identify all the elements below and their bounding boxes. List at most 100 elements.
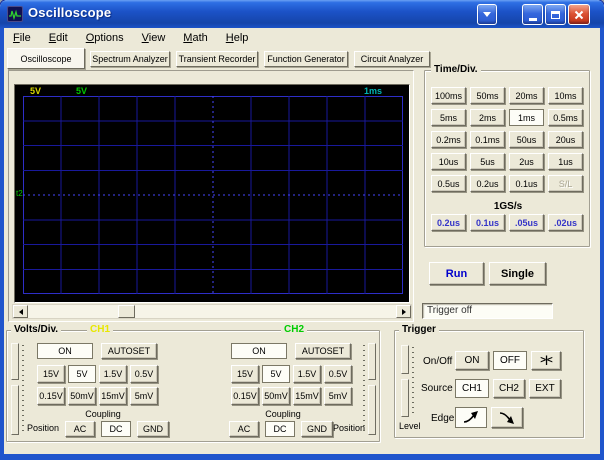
menu-edit[interactable]: Edit — [40, 31, 77, 45]
timediv-fast-.02us[interactable]: .02us — [548, 214, 583, 231]
ch2-coupling-dc-selected[interactable]: DC — [265, 421, 295, 437]
tab-function-generator[interactable]: Function Generator — [264, 51, 348, 67]
scrollbar-left-button[interactable] — [13, 305, 28, 318]
ch1-50mv-button[interactable]: 50mV — [68, 387, 96, 405]
menu-help[interactable]: Help — [217, 31, 258, 45]
ch1-coupling-ac[interactable]: AC — [65, 421, 95, 437]
trigger-level-slider[interactable] — [401, 345, 414, 417]
slider-ticks — [22, 345, 24, 433]
window-title: Oscilloscope — [28, 5, 111, 20]
ch1-1.5v-button[interactable]: 1.5V — [99, 365, 127, 383]
timediv-2us[interactable]: 2us — [509, 153, 544, 170]
trigger-source-ext[interactable]: EXT — [529, 379, 561, 398]
scrollbar-thumb[interactable] — [118, 305, 135, 318]
timediv-5ms[interactable]: 5ms — [431, 109, 466, 126]
graticule-grid — [23, 96, 403, 294]
scope-scrollbar[interactable] — [12, 304, 412, 319]
trigger-on-button[interactable]: ON — [455, 351, 489, 370]
close-button[interactable] — [568, 4, 590, 25]
trigger-edge-rising-selected[interactable] — [455, 407, 487, 428]
timediv-10us[interactable]: 10us — [431, 153, 466, 170]
left-arrow-icon — [19, 309, 23, 315]
timediv-100ms[interactable]: 100ms — [431, 87, 466, 104]
timediv-fast-0.1us[interactable]: 0.1us — [470, 214, 505, 231]
ch1-5v-button-selected[interactable]: 5V — [68, 365, 96, 383]
trigger-status-field: Trigger off — [422, 303, 553, 319]
tab-spectrum-analyzer[interactable]: Spectrum Analyzer — [90, 51, 170, 67]
ch1-scale-label: 5V — [30, 86, 41, 96]
ch2-coupling-ac[interactable]: AC — [229, 421, 259, 437]
slider-ticks — [412, 347, 414, 415]
timediv-5us[interactable]: 5us — [470, 153, 505, 170]
trigger-source-ch1-selected[interactable]: CH1 — [455, 379, 489, 398]
ch2-autoset-button[interactable]: AUTOSET — [295, 343, 351, 359]
single-button[interactable]: Single — [489, 262, 546, 285]
scrollbar-right-button[interactable] — [396, 305, 411, 318]
ch2-0.5v-button[interactable]: 0.5V — [324, 365, 352, 383]
ch2-15v-button[interactable]: 15V — [231, 365, 259, 383]
ch2-coupling-gnd[interactable]: GND — [301, 421, 333, 437]
trigger-edge-falling[interactable] — [491, 407, 523, 428]
ch1-coupling-label: Coupling — [53, 409, 153, 419]
timediv-1us[interactable]: 1us — [548, 153, 583, 170]
ch2-on-button[interactable]: ON — [231, 343, 287, 359]
timediv-10ms[interactable]: 10ms — [548, 87, 583, 104]
tab-oscilloscope[interactable]: Oscilloscope — [7, 48, 85, 69]
tab-circuit-analyzer[interactable]: Circuit Analyzer — [354, 51, 430, 67]
ch1-position-slider[interactable] — [11, 343, 24, 435]
ch2-5mv-button[interactable]: 5mV — [324, 387, 352, 405]
timediv-0.2us[interactable]: 0.2us — [470, 175, 505, 192]
ch1-15v-button[interactable]: 15V — [37, 365, 65, 383]
timediv-0.1ms[interactable]: 0.1ms — [470, 131, 505, 148]
timediv-20ms[interactable]: 20ms — [509, 87, 544, 104]
ch2-15mv-button[interactable]: 15mV — [293, 387, 321, 405]
ch2-5v-button-selected[interactable]: 5V — [262, 365, 290, 383]
run-button[interactable]: Run — [429, 262, 484, 285]
timediv-50us[interactable]: 50us — [509, 131, 544, 148]
trigger-title: Trigger — [399, 324, 439, 335]
ch1-5mv-button[interactable]: 5mV — [130, 387, 158, 405]
ch2-position-slider[interactable] — [363, 343, 376, 435]
timediv-0.5ms[interactable]: 0.5ms — [548, 109, 583, 126]
timediv-0.1us[interactable]: 0.1us — [509, 175, 544, 192]
timediv-0.2ms[interactable]: 0.2ms — [431, 131, 466, 148]
maximize-button[interactable] — [545, 4, 566, 25]
timediv-fast-0.2us[interactable]: 0.2us — [431, 214, 466, 231]
trigger-sync-button[interactable]: >|< — [531, 351, 561, 370]
menu-options[interactable]: Options — [77, 31, 133, 45]
ch1-on-button[interactable]: ON — [37, 343, 93, 359]
minimize-button[interactable] — [522, 4, 543, 25]
ch2-position-marker[interactable]: t2 — [16, 189, 23, 198]
timediv-1ms-selected[interactable]: 1ms — [509, 109, 544, 126]
titlebar-dropdown-button[interactable] — [477, 4, 497, 25]
waveform-icon — [8, 7, 22, 21]
scope-display: 5V 5V 1ms t2 — [14, 84, 410, 303]
timediv-50ms[interactable]: 50ms — [470, 87, 505, 104]
chevron-down-icon — [483, 12, 491, 17]
menu-math[interactable]: Math — [174, 31, 216, 45]
timediv-20us[interactable]: 20us — [548, 131, 583, 148]
ch1-coupling-gnd[interactable]: GND — [137, 421, 169, 437]
trigger-off-button-selected[interactable]: OFF — [493, 351, 527, 370]
ch2-1.5v-button[interactable]: 1.5V — [293, 365, 321, 383]
ch1-0.15v-button[interactable]: 0.15V — [37, 387, 65, 405]
ch1-0.5v-button[interactable]: 0.5V — [130, 365, 158, 383]
ch2-50mv-button[interactable]: 50mV — [262, 387, 290, 405]
ch2-position-label: Position — [333, 423, 365, 433]
ch1-autoset-button[interactable]: AUTOSET — [101, 343, 157, 359]
ch1-15mv-button[interactable]: 15mV — [99, 387, 127, 405]
menu-view[interactable]: View — [133, 31, 175, 45]
ch2-0.15v-button[interactable]: 0.15V — [231, 387, 259, 405]
voltsdiv-title: Volts/Div. — [11, 324, 61, 335]
title-bar[interactable]: Oscilloscope — [0, 0, 604, 28]
app-icon — [7, 6, 23, 22]
trigger-source-ch2[interactable]: CH2 — [493, 379, 525, 398]
timediv-0.5us[interactable]: 0.5us — [431, 175, 466, 192]
timebase-label: 1ms — [364, 86, 382, 96]
ch1-coupling-dc-selected[interactable]: DC — [101, 421, 131, 437]
window-border-left — [0, 28, 4, 460]
tab-transient-recorder[interactable]: Transient Recorder — [176, 51, 258, 67]
menu-file[interactable]: File — [4, 31, 40, 45]
timediv-2ms[interactable]: 2ms — [470, 109, 505, 126]
timediv-fast-.05us[interactable]: .05us — [509, 214, 544, 231]
